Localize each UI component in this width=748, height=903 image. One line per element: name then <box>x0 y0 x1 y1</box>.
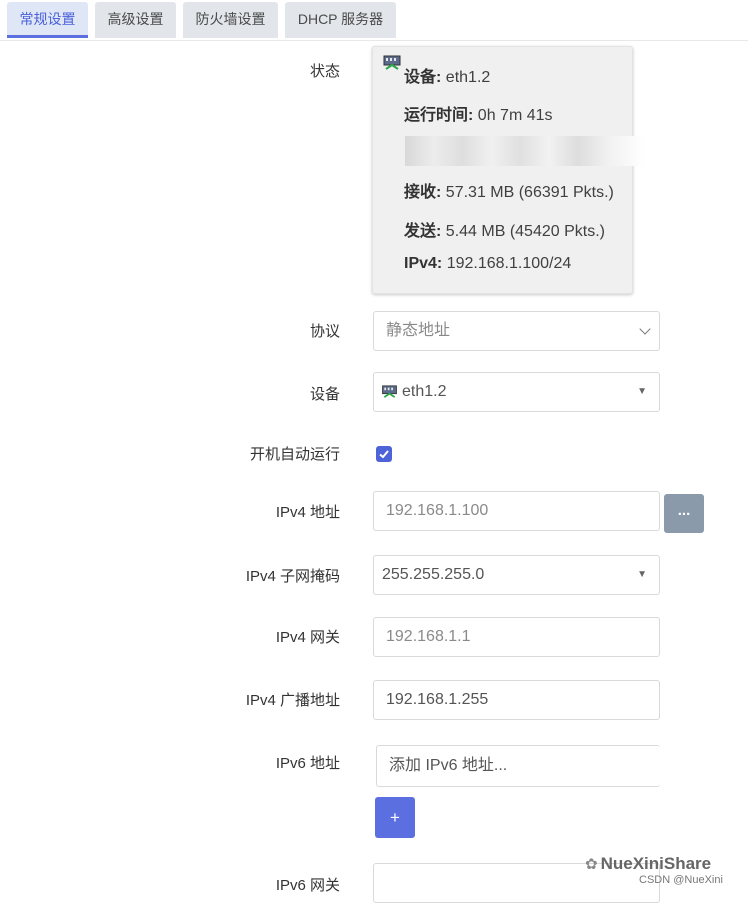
ipv4-gateway-input[interactable]: 192.168.1.1 <box>373 617 660 657</box>
ethernet-port-icon <box>382 385 397 399</box>
watermark-brand: ✿ NueXiniShare <box>585 854 712 873</box>
protocol-value: 静态地址 <box>386 322 451 339</box>
autostart-checkbox[interactable] <box>376 446 392 462</box>
ipv4-broadcast-value: 192.168.1.255 <box>386 691 489 708</box>
tab-dhcp-server[interactable]: DHCP 服务器 <box>285 2 396 38</box>
ipv6-address-input[interactable]: 添加 IPv6 地址... <box>376 745 660 787</box>
protocol-select[interactable]: 静态地址 <box>373 311 660 351</box>
ipv4-address-label: IPv4 地址 <box>275 504 340 521</box>
ipv4-netmask-label: IPv4 子网掩码 <box>245 568 340 585</box>
watermark-csdn: CSDN @NueXini <box>639 874 723 886</box>
status-transmitted: 发送: 5.44 MB (45420 Pkts.) <box>404 223 605 240</box>
device-select[interactable]: eth1.2 ▼ <box>373 372 660 412</box>
add-ipv6-address-button[interactable]: + <box>375 797 415 838</box>
checkmark-icon <box>379 450 389 459</box>
status-label: 状态 <box>309 63 340 80</box>
chevron-down-icon <box>639 323 651 335</box>
device-label: 设备 <box>309 386 340 403</box>
device-value: eth1.2 <box>402 383 447 400</box>
tab-general-settings[interactable]: 常规设置 <box>7 2 88 38</box>
caret-down-icon: ▼ <box>637 386 647 397</box>
tab-bar: 常规设置 高级设置 防火墙设置 DHCP 服务器 <box>0 0 748 41</box>
tab-firewall-settings[interactable]: 防火墙设置 <box>183 2 278 38</box>
ipv4-gateway-placeholder: 192.168.1.1 <box>386 628 471 645</box>
ipv6-address-label: IPv6 地址 <box>275 755 340 772</box>
wechat-icon: ✿ <box>585 856 598 873</box>
protocol-label: 协议 <box>309 323 340 340</box>
status-ipv4: IPv4: 192.168.1.100/24 <box>404 255 572 272</box>
ipv4-broadcast-input[interactable]: 192.168.1.255 <box>373 680 660 720</box>
ipv6-gateway-label: IPv6 网关 <box>275 877 340 894</box>
ipv4-address-more-button[interactable]: ... <box>664 494 704 533</box>
caret-down-icon: ▼ <box>637 569 647 580</box>
ipv4-broadcast-label: IPv4 广播地址 <box>245 692 340 709</box>
tab-advanced-settings[interactable]: 高级设置 <box>95 2 176 38</box>
ipv4-gateway-label: IPv4 网关 <box>275 629 340 646</box>
status-received: 接收: 57.31 MB (66391 Pkts.) <box>404 184 614 201</box>
ipv4-address-placeholder: 192.168.1.100 <box>386 502 489 519</box>
redacted-mac-address <box>405 136 645 166</box>
ipv4-netmask-value: 255.255.255.0 <box>382 566 485 583</box>
ipv4-netmask-select[interactable]: 255.255.255.0 ▼ <box>373 555 660 595</box>
ipv4-address-input[interactable]: 192.168.1.100 <box>373 491 660 531</box>
ipv6-address-placeholder: 添加 IPv6 地址... <box>389 757 508 774</box>
status-device: 设备: eth1.2 <box>404 69 491 86</box>
status-panel: 设备: eth1.2 运行时间: 0h 7m 41s 接收: 57.31 MB … <box>372 46 645 294</box>
autostart-label: 开机自动运行 <box>249 446 340 463</box>
status-uptime: 运行时间: 0h 7m 41s <box>404 107 553 124</box>
ethernet-port-icon <box>383 55 401 70</box>
